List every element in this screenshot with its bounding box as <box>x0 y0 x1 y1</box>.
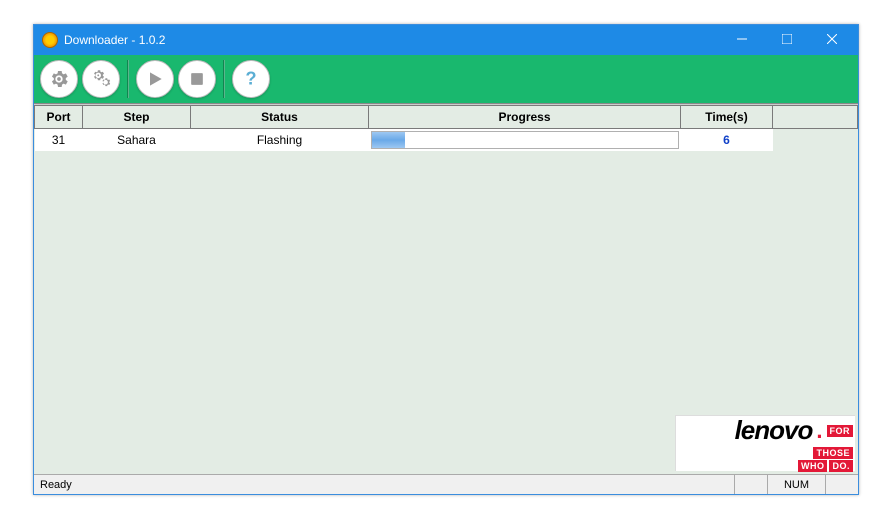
brand-logo: lenovo. FOR THOSE WHO DO. <box>675 415 855 471</box>
cell-status: Flashing <box>191 129 369 152</box>
tagline-do: DO. <box>829 460 853 472</box>
stop-icon <box>187 69 207 89</box>
tagline-those: THOSE <box>813 447 853 459</box>
window-title: Downloader - 1.0.2 <box>64 33 719 47</box>
app-icon <box>42 32 58 48</box>
cell-time: 6 <box>681 129 773 152</box>
maximize-button[interactable] <box>764 25 809 53</box>
content-area: Port Step Status Progress Time(s) 31 Sah… <box>34 104 858 474</box>
application-window: Downloader - 1.0.2 ? <box>33 24 859 495</box>
header-status[interactable]: Status <box>191 106 369 129</box>
time-value: 6 <box>723 133 730 147</box>
svg-text:?: ? <box>245 68 256 89</box>
close-button[interactable] <box>809 25 854 53</box>
cell-port: 31 <box>35 129 83 152</box>
minimize-button[interactable] <box>719 25 764 53</box>
help-button[interactable]: ? <box>232 60 270 98</box>
gear-icon <box>48 68 70 90</box>
header-port[interactable]: Port <box>35 106 83 129</box>
settings-button[interactable] <box>40 60 78 98</box>
play-icon <box>145 69 165 89</box>
progress-bar <box>371 131 679 149</box>
toolbar-separator <box>127 60 129 98</box>
header-step[interactable]: Step <box>83 106 191 129</box>
advanced-settings-button[interactable] <box>82 60 120 98</box>
brand-dot: . <box>816 418 822 444</box>
table-row[interactable]: 31 Sahara Flashing 6 <box>35 129 858 152</box>
header-extra[interactable] <box>773 106 858 129</box>
status-indicator-num: NUM <box>767 475 825 494</box>
status-ready: Ready <box>34 479 734 491</box>
minimize-icon <box>737 34 747 44</box>
brand-name: lenovo <box>735 415 813 446</box>
cell-progress <box>369 129 681 152</box>
toolbar-separator <box>223 60 225 98</box>
start-button[interactable] <box>136 60 174 98</box>
header-progress[interactable]: Progress <box>369 106 681 129</box>
progress-fill <box>372 132 406 148</box>
tagline-for: FOR <box>827 425 854 437</box>
window-controls <box>719 25 854 55</box>
toolbar: ? <box>34 55 858 104</box>
statusbar: Ready NUM <box>34 474 858 494</box>
stop-button[interactable] <box>178 60 216 98</box>
maximize-icon <box>782 34 792 44</box>
gears-icon <box>90 68 112 90</box>
table-header-row: Port Step Status Progress Time(s) <box>35 106 858 129</box>
status-indicator-scrl <box>825 475 858 494</box>
close-icon <box>827 34 837 44</box>
cell-step: Sahara <box>83 129 191 152</box>
help-icon: ? <box>240 68 262 90</box>
cell-extra <box>773 129 858 152</box>
titlebar[interactable]: Downloader - 1.0.2 <box>34 25 858 55</box>
tagline-who: WHO <box>798 460 828 472</box>
downloads-table: Port Step Status Progress Time(s) 31 Sah… <box>34 105 858 151</box>
status-indicator-cap <box>734 475 767 494</box>
header-time[interactable]: Time(s) <box>681 106 773 129</box>
